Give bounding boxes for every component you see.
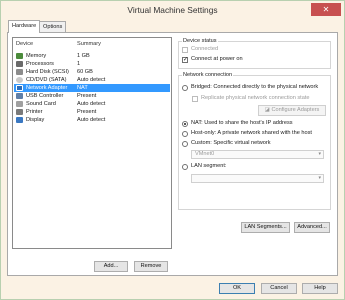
lan-segments-button[interactable]: LAN Segments... — [241, 222, 290, 233]
device-row-display[interactable]: Display Auto detect — [14, 116, 170, 124]
display-icon — [16, 117, 23, 123]
device-row-hard-disk[interactable]: Hard Disk (SCSI) 60 GB — [14, 68, 170, 76]
device-status-title: Device status — [182, 38, 218, 44]
connect-at-power-on-checkbox[interactable]: ✓ — [182, 57, 188, 63]
lan-segment-select[interactable]: ▾ — [191, 174, 324, 183]
device-row-processors[interactable]: Processors 1 — [14, 60, 170, 68]
close-button[interactable]: ✕ — [311, 3, 341, 16]
device-name: Memory — [26, 53, 47, 59]
device-row-cd-dvd[interactable]: CD/DVD (SATA) Auto detect — [14, 76, 170, 84]
replicate-checkbox[interactable] — [192, 96, 198, 102]
device-name: Hard Disk (SCSI) — [26, 69, 69, 75]
sound-card-icon — [16, 101, 23, 107]
replicate-label: Replicate physical network connection st… — [201, 95, 310, 101]
cd-dvd-icon — [16, 77, 23, 83]
printer-icon — [16, 109, 23, 115]
usb-icon — [16, 93, 23, 99]
device-row-sound-card[interactable]: Sound Card Auto detect — [14, 100, 170, 108]
configure-adapters-label: Configure Adapters — [271, 107, 320, 113]
network-adapter-icon — [16, 85, 23, 91]
nat-label: NAT: Used to share the host's IP address — [191, 120, 293, 126]
device-row-network-adapter[interactable]: Network Adapter NAT — [14, 84, 170, 92]
nat-radio[interactable] — [182, 121, 188, 127]
chevron-down-icon: ▾ — [318, 175, 321, 181]
bridged-label: Bridged: Connected directly to the physi… — [191, 84, 319, 90]
device-summary: Present — [77, 93, 97, 99]
lan-segment-label: LAN segment: — [191, 163, 227, 169]
radio-selected-dot — [184, 123, 186, 125]
title-bar: Virtual Machine Settings ✕ — [1, 1, 344, 19]
processor-icon — [16, 61, 23, 67]
device-row-printer[interactable]: Printer Present — [14, 108, 170, 116]
device-name: Display — [26, 117, 45, 123]
host-only-label: Host-only: A private network shared with… — [191, 130, 312, 136]
window-title: Virtual Machine Settings — [127, 5, 218, 15]
device-row-usb-controller[interactable]: USB Controller Present — [14, 92, 170, 100]
bridged-radio[interactable] — [182, 85, 188, 91]
network-connection-title: Network connection — [182, 72, 234, 78]
settings-window: Virtual Machine Settings ✕ Hardware Opti… — [0, 0, 345, 300]
device-row-memory[interactable]: Memory 1 GB — [14, 52, 170, 60]
device-name: USB Controller — [26, 93, 64, 99]
device-summary: NAT — [77, 85, 88, 91]
device-summary: 1 — [77, 61, 81, 67]
column-header-device: Device — [16, 41, 34, 47]
device-name: CD/DVD (SATA) — [26, 77, 67, 83]
chevron-down-icon: ▾ — [318, 151, 321, 157]
device-name: Sound Card — [26, 101, 56, 107]
device-summary: Present — [77, 109, 97, 115]
device-summary: Auto detect — [77, 77, 106, 83]
checkmark-icon: ✓ — [183, 57, 189, 63]
device-name: Network Adapter — [26, 85, 68, 91]
custom-radio[interactable] — [182, 141, 188, 147]
device-summary: Auto detect — [77, 101, 106, 107]
device-list: Device Summary Memory 1 GB Processors 1 … — [12, 37, 172, 249]
device-name: Printer — [26, 109, 43, 115]
cancel-button[interactable]: Cancel — [261, 283, 297, 294]
tab-options[interactable]: Options — [39, 21, 67, 32]
memory-icon — [16, 53, 23, 59]
custom-network-value: VMnet0 — [195, 151, 215, 157]
tab-hardware[interactable]: Hardware — [8, 20, 41, 33]
device-name: Processors — [26, 61, 54, 67]
column-header-summary: Summary — [77, 41, 101, 47]
connected-label: Connected — [191, 46, 219, 52]
host-only-radio[interactable] — [182, 131, 188, 137]
custom-label: Custom: Specific virtual network — [191, 140, 271, 146]
advanced-button[interactable]: Advanced... — [294, 222, 330, 233]
connect-at-power-on-label: Connect at power on — [191, 56, 243, 62]
hard-disk-icon — [16, 69, 23, 75]
ok-button[interactable]: OK — [219, 283, 255, 294]
device-summary: Auto detect — [77, 117, 106, 123]
device-summary: 1 GB — [77, 53, 90, 59]
add-button[interactable]: Add... — [94, 261, 128, 272]
device-summary: 60 GB — [77, 69, 93, 75]
lan-segment-radio[interactable] — [182, 164, 188, 170]
custom-network-select[interactable]: VMnet0 ▾ — [191, 150, 324, 159]
help-button[interactable]: Help — [302, 283, 338, 294]
connected-checkbox[interactable] — [182, 47, 188, 53]
configure-adapters-button[interactable]: ◪ Configure Adapters — [258, 105, 326, 116]
remove-button[interactable]: Remove — [134, 261, 168, 272]
